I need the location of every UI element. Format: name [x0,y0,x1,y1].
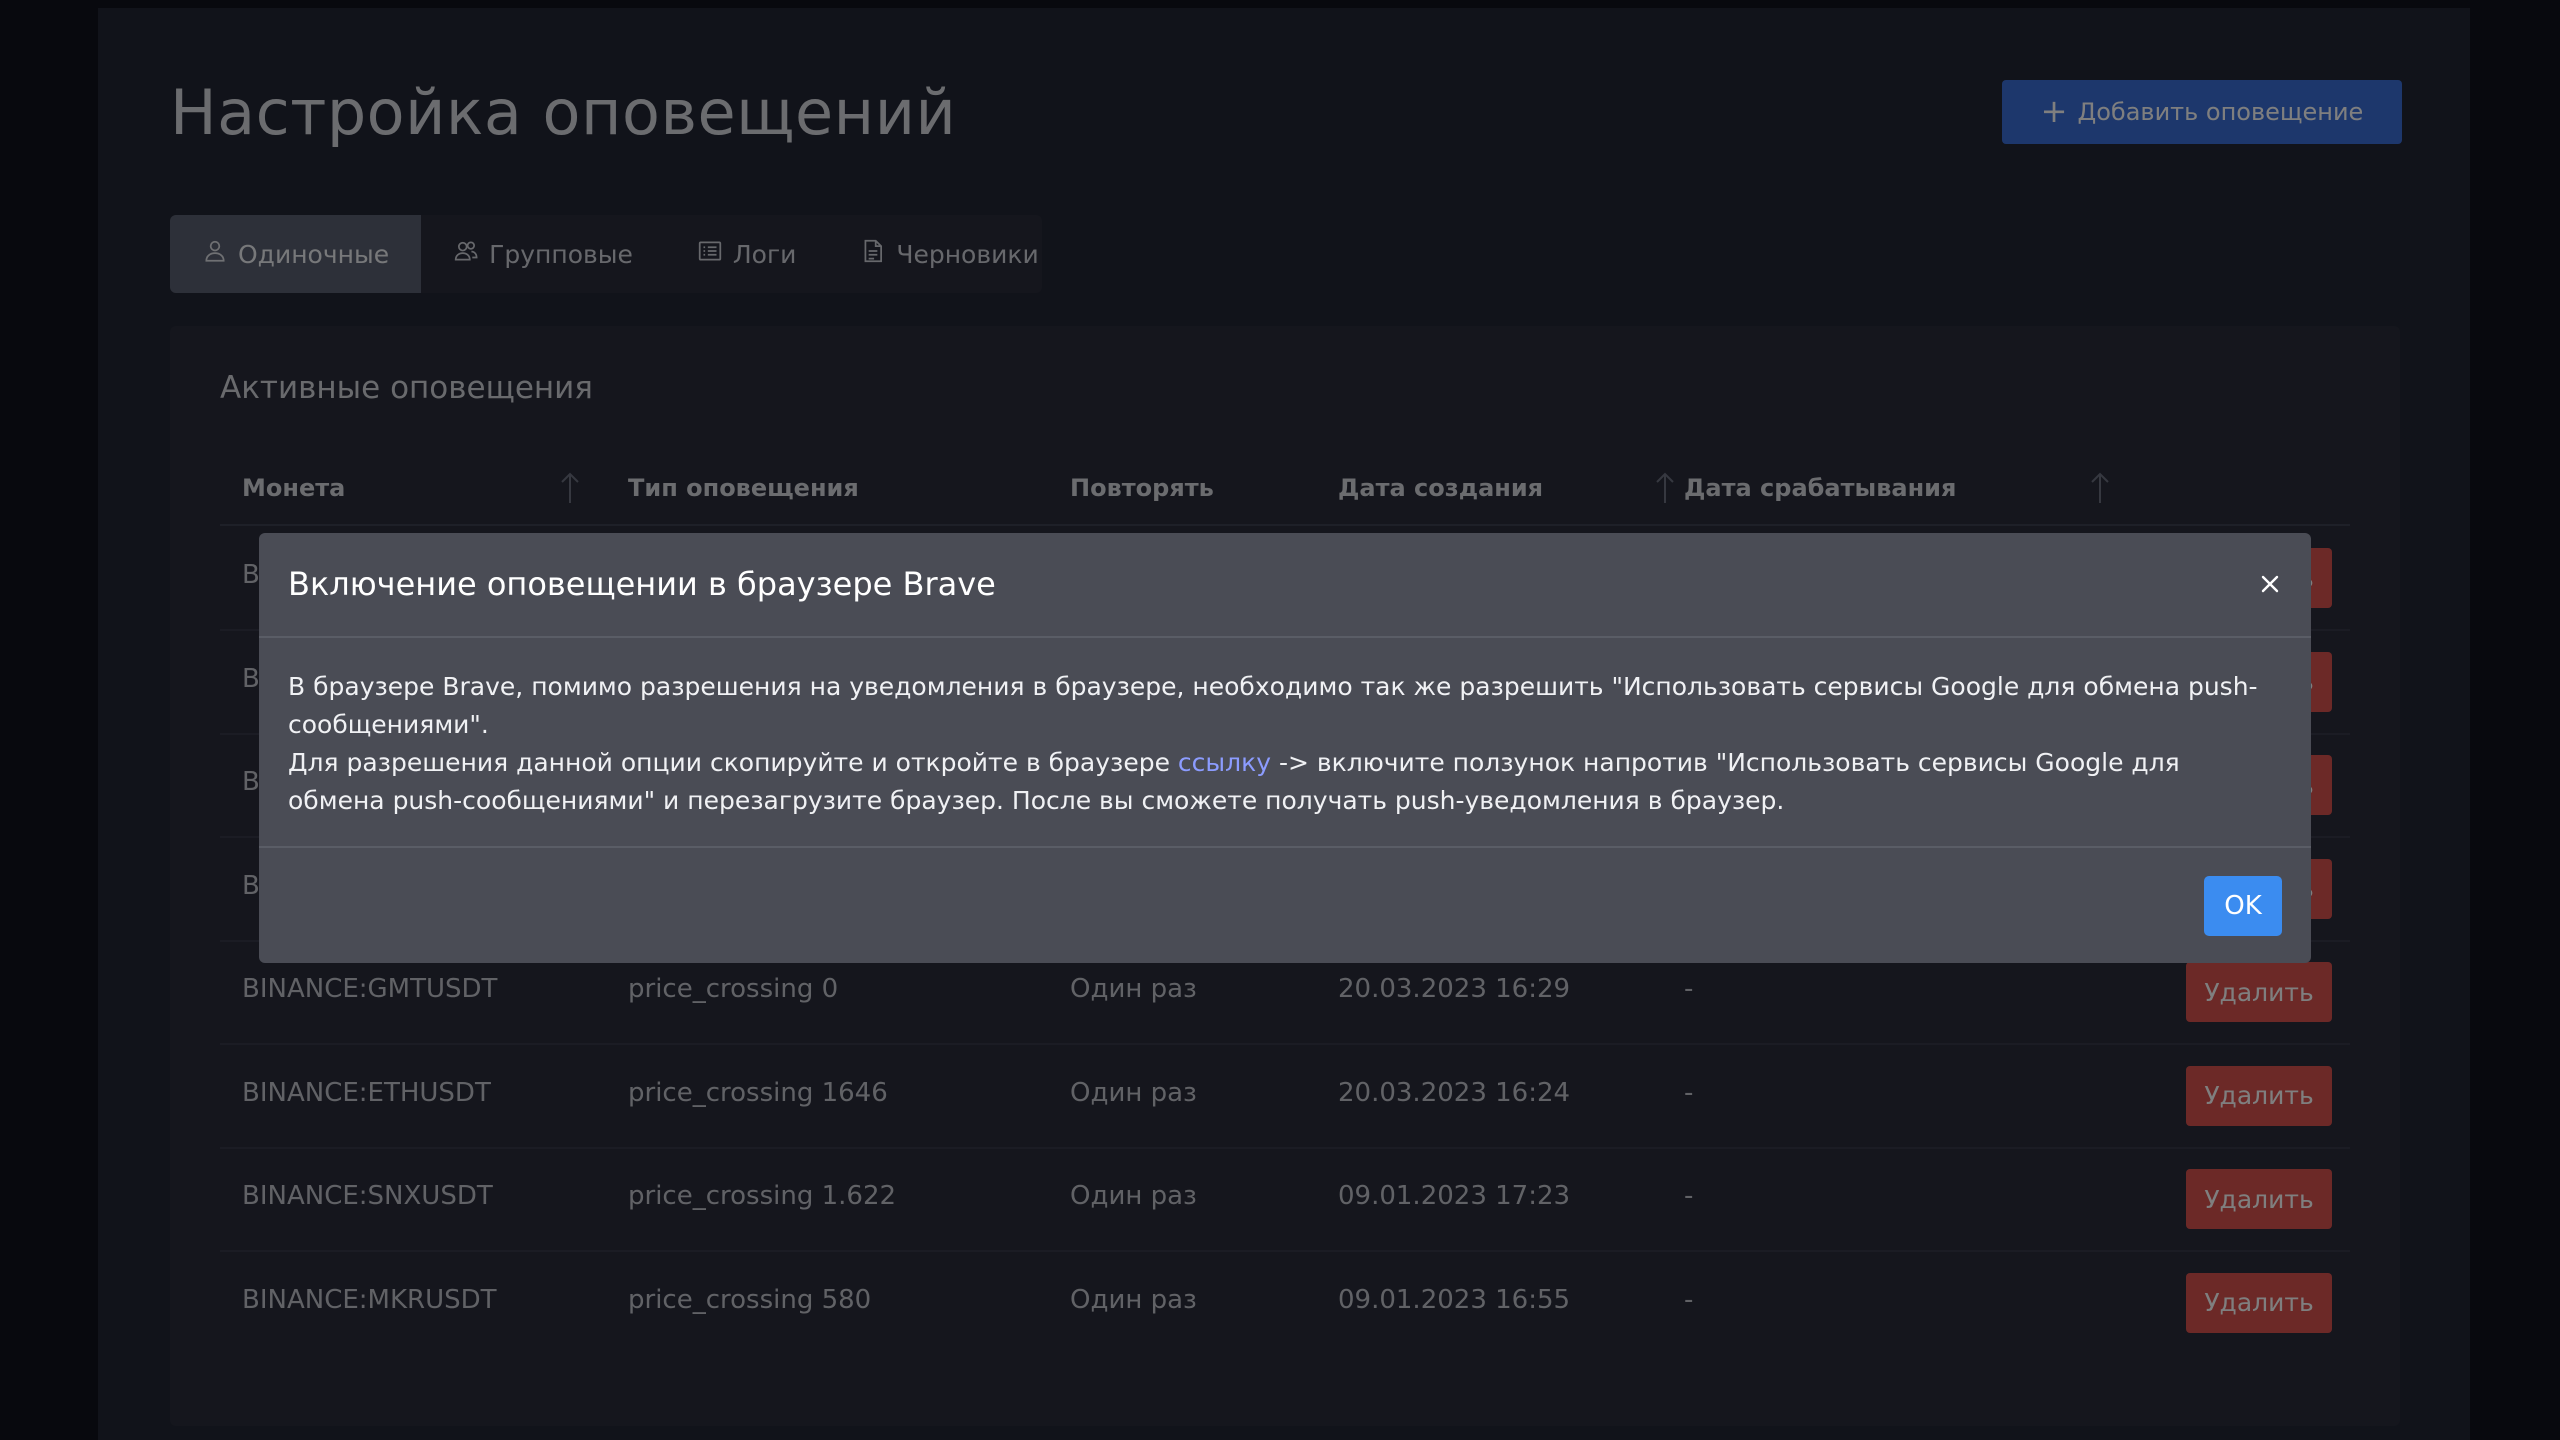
modal-text-prefix: Для разрешения данной опции скопируйте и… [288,748,1178,777]
modal-title: Включение оповещении в браузере Brave [288,565,996,603]
modal-body: В браузере Brave, помимо разрешения на у… [259,638,2311,848]
brave-notifications-modal: Включение оповещении в браузере Brave В … [259,533,2311,963]
modal-text-line-2: Для разрешения данной опции скопируйте и… [288,744,2282,820]
settings-link[interactable]: ссылку [1178,748,1271,777]
modal-header: Включение оповещении в браузере Brave [259,533,2311,638]
close-icon[interactable] [2252,566,2288,602]
ok-button[interactable]: OK [2204,876,2282,936]
modal-text-line-1: В браузере Brave, помимо разрешения на у… [288,672,2258,739]
